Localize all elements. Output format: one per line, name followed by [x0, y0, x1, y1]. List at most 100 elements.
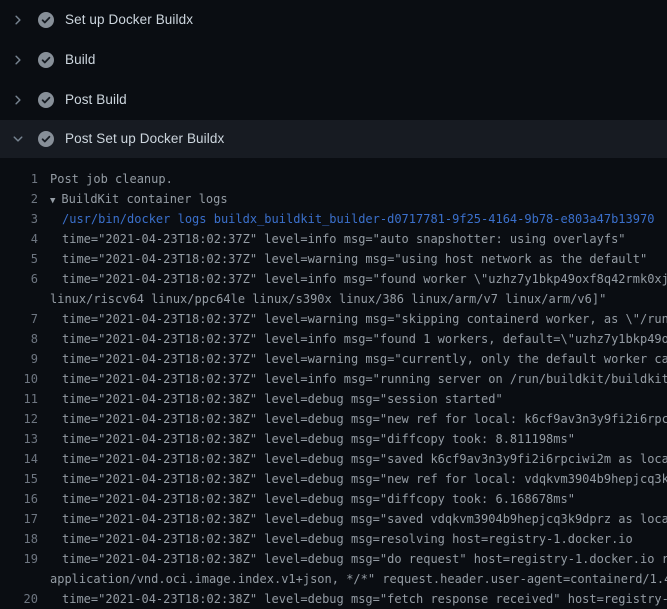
log-text-content: application/vnd.oci.image.index.v1+json,… — [50, 572, 667, 586]
log-line: 14 time="2021-04-23T18:02:38Z" level=deb… — [0, 449, 667, 469]
steps-list: Set up Docker Buildx Build Post Buil — [0, 0, 667, 158]
log-line: 1 Post job cleanup. — [0, 169, 667, 189]
log-text: application/vnd.oci.image.index.v1+json,… — [50, 569, 667, 589]
log-text: time="2021-04-23T18:02:38Z" level=debug … — [50, 489, 575, 509]
log-text: time="2021-04-23T18:02:38Z" level=debug … — [50, 469, 667, 489]
log-text: time="2021-04-23T18:02:38Z" level=debug … — [50, 449, 667, 469]
log-text-content: time="2021-04-23T18:02:38Z" level=debug … — [62, 492, 575, 506]
log-text: time="2021-04-23T18:02:37Z" level=info m… — [50, 329, 667, 349]
line-number-link[interactable]: 2 — [0, 189, 38, 209]
log-text: time="2021-04-23T18:02:37Z" level=warnin… — [50, 309, 667, 329]
chevron-right-icon[interactable] — [12, 54, 24, 66]
line-number-link[interactable]: 6 — [0, 269, 38, 289]
line-number-link[interactable]: 17 — [0, 509, 38, 529]
line-number-link[interactable]: 5 — [0, 249, 38, 269]
log-text: time="2021-04-23T18:02:38Z" level=debug … — [50, 429, 575, 449]
log-text-content: time="2021-04-23T18:02:38Z" level=debug … — [62, 392, 503, 406]
line-number-link[interactable]: 12 — [0, 409, 38, 429]
log-line: linux/riscv64 linux/ppc64le linux/s390x … — [0, 289, 667, 309]
line-number-link[interactable]: 10 — [0, 369, 38, 389]
log-text-content: time="2021-04-23T18:02:37Z" level=info m… — [62, 272, 667, 286]
step-label: Set up Docker Buildx — [65, 13, 193, 27]
line-number-link[interactable]: 8 — [0, 329, 38, 349]
line-number-link[interactable]: 1 — [0, 169, 38, 189]
check-circle-icon — [38, 52, 54, 68]
chevron-right-icon[interactable] — [12, 14, 24, 26]
log-line: 9 time="2021-04-23T18:02:37Z" level=warn… — [0, 349, 667, 369]
log-text-content: Post job cleanup. — [50, 172, 173, 186]
log-line: 10 time="2021-04-23T18:02:37Z" level=inf… — [0, 369, 667, 389]
line-number-link[interactable]: 11 — [0, 389, 38, 409]
line-number-link[interactable]: 4 — [0, 229, 38, 249]
log-line: 3 /usr/bin/docker logs buildx_buildkit_b… — [0, 209, 667, 229]
log-line: 5 time="2021-04-23T18:02:37Z" level=warn… — [0, 249, 667, 269]
step-row[interactable]: Build — [0, 40, 667, 80]
log-line: 20 time="2021-04-23T18:02:38Z" level=deb… — [0, 589, 667, 609]
log-text-content: time="2021-04-23T18:02:37Z" level=info m… — [62, 232, 626, 246]
actions-log-viewer: Set up Docker Buildx Build Post Buil — [0, 0, 667, 609]
log-text: time="2021-04-23T18:02:37Z" level=info m… — [50, 229, 626, 249]
check-circle-icon — [38, 12, 54, 28]
log-text-content: time="2021-04-23T18:02:37Z" level=info m… — [62, 332, 667, 346]
log-text-content: time="2021-04-23T18:02:38Z" level=debug … — [62, 512, 667, 526]
log-line: application/vnd.oci.image.index.v1+json,… — [0, 569, 667, 589]
step-row[interactable]: Post Set up Docker Buildx — [0, 120, 667, 158]
log-area: 1 Post job cleanup. 2 ▼ BuildKit containe… — [0, 158, 667, 609]
log-line: 8 time="2021-04-23T18:02:37Z" level=info… — [0, 329, 667, 349]
log-text: time="2021-04-23T18:02:37Z" level=warnin… — [50, 349, 667, 369]
line-number-link[interactable]: 19 — [0, 549, 38, 569]
step-label: Post Build — [65, 93, 127, 107]
log-text: time="2021-04-23T18:02:38Z" level=debug … — [50, 529, 633, 549]
log-line: 16 time="2021-04-23T18:02:38Z" level=deb… — [0, 489, 667, 509]
log-text: time="2021-04-23T18:02:38Z" level=debug … — [50, 549, 667, 569]
log-text-content: time="2021-04-23T18:02:38Z" level=debug … — [62, 472, 667, 486]
log-text-content: time="2021-04-23T18:02:37Z" level=warnin… — [62, 312, 667, 326]
log-line: 19 time="2021-04-23T18:02:38Z" level=deb… — [0, 549, 667, 569]
log-text-content: linux/riscv64 linux/ppc64le linux/s390x … — [50, 292, 606, 306]
line-number-link[interactable]: 20 — [0, 589, 38, 609]
line-number-link[interactable]: 18 — [0, 529, 38, 549]
log-text: linux/riscv64 linux/ppc64le linux/s390x … — [50, 289, 606, 309]
log-text-content: /usr/bin/docker logs buildx_buildkit_bui… — [62, 212, 654, 226]
line-number-link[interactable]: 9 — [0, 349, 38, 369]
line-number-link[interactable]: 16 — [0, 489, 38, 509]
line-number-link[interactable]: 13 — [0, 429, 38, 449]
log-text: time="2021-04-23T18:02:37Z" level=info m… — [50, 369, 667, 389]
log-text-content: time="2021-04-23T18:02:37Z" level=warnin… — [62, 252, 647, 266]
log-line: 17 time="2021-04-23T18:02:38Z" level=deb… — [0, 509, 667, 529]
log-text: time="2021-04-23T18:02:38Z" level=debug … — [50, 509, 667, 529]
log-text: Post job cleanup. — [50, 169, 173, 189]
line-number-link[interactable]: 15 — [0, 469, 38, 489]
log-text: time="2021-04-23T18:02:37Z" level=warnin… — [50, 249, 647, 269]
log-text: /usr/bin/docker logs buildx_buildkit_bui… — [50, 209, 654, 229]
log-text-content: time="2021-04-23T18:02:37Z" level=warnin… — [62, 352, 667, 366]
group-collapse-icon[interactable]: ▼ — [50, 196, 55, 206]
log-text: ▼ BuildKit container logs — [50, 189, 228, 211]
log-text: time="2021-04-23T18:02:38Z" level=debug … — [50, 389, 503, 409]
log-line: 15 time="2021-04-23T18:02:38Z" level=deb… — [0, 469, 667, 489]
step-label: Build — [65, 53, 96, 67]
check-circle-icon — [38, 92, 54, 108]
log-line: 11 time="2021-04-23T18:02:38Z" level=deb… — [0, 389, 667, 409]
log-group-toggle[interactable]: 2 ▼ BuildKit container logs — [0, 189, 667, 209]
log-line: 12 time="2021-04-23T18:02:38Z" level=deb… — [0, 409, 667, 429]
log-text: time="2021-04-23T18:02:38Z" level=debug … — [50, 409, 667, 429]
log-text-content: time="2021-04-23T18:02:38Z" level=debug … — [62, 532, 633, 546]
line-number-link[interactable]: 3 — [0, 209, 38, 229]
chevron-down-icon[interactable] — [12, 133, 24, 145]
log-text-content: BuildKit container logs — [61, 192, 227, 206]
log-text-content: time="2021-04-23T18:02:38Z" level=debug … — [62, 432, 575, 446]
step-label: Post Set up Docker Buildx — [65, 132, 224, 146]
chevron-right-icon[interactable] — [12, 94, 24, 106]
log-text-content: time="2021-04-23T18:02:38Z" level=debug … — [62, 552, 667, 566]
step-row[interactable]: Post Build — [0, 80, 667, 120]
log-text-content: time="2021-04-23T18:02:38Z" level=debug … — [62, 592, 667, 606]
log-text: time="2021-04-23T18:02:37Z" level=info m… — [50, 269, 667, 289]
log-text-content: time="2021-04-23T18:02:38Z" level=debug … — [62, 412, 667, 426]
line-number-link[interactable]: 14 — [0, 449, 38, 469]
line-number-link[interactable]: 7 — [0, 309, 38, 329]
log-line: 6 time="2021-04-23T18:02:37Z" level=info… — [0, 269, 667, 289]
step-row[interactable]: Set up Docker Buildx — [0, 0, 667, 40]
log-line: 13 time="2021-04-23T18:02:38Z" level=deb… — [0, 429, 667, 449]
log-text-content: time="2021-04-23T18:02:37Z" level=info m… — [62, 372, 667, 386]
